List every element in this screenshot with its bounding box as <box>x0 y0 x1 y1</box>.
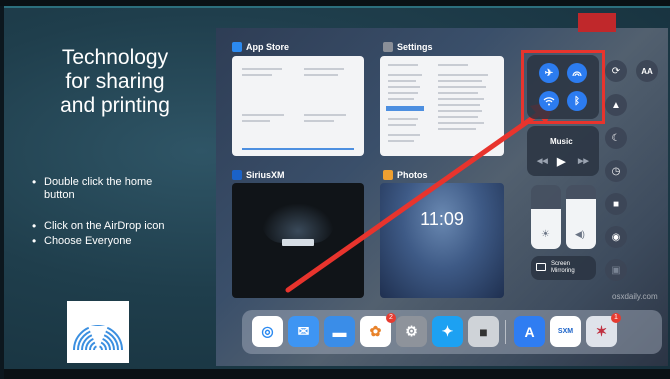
camera-icon[interactable]: ■ <box>605 193 627 215</box>
watermark: osxdaily.com <box>612 292 658 301</box>
notification-icon[interactable]: ▲ <box>605 94 627 116</box>
slide-title: Technology for sharing and printing <box>30 46 200 118</box>
record-icon[interactable]: ◉ <box>605 226 627 248</box>
music-label: Music <box>550 137 573 146</box>
camera-app-icon[interactable]: ■ <box>468 316 499 347</box>
siriusxm-icon[interactable]: SXM <box>550 316 581 347</box>
slide-title-line: for sharing <box>65 70 165 93</box>
game-badge: 1 <box>611 313 621 323</box>
next-track-icon[interactable]: ▶▶ <box>578 157 589 165</box>
screen-mirroring-button[interactable]: Screen Mirroring <box>531 256 596 280</box>
bullet-item: Click on the AirDrop icon <box>32 220 182 233</box>
slide-title-line: Technology <box>61 46 169 69</box>
volume-slider[interactable]: ◀) <box>566 185 596 249</box>
previous-track-icon[interactable]: ◀◀ <box>537 157 548 165</box>
timer-icon[interactable]: ◷ <box>605 160 627 182</box>
screen-mirroring-line: Screen <box>551 261 571 267</box>
screen-mirroring-label: Screen Mirroring <box>551 261 575 275</box>
twitter-icon[interactable]: ✦ <box>432 316 463 347</box>
music-panel <box>527 126 599 176</box>
play-icon[interactable]: ▶ <box>557 155 565 168</box>
moon-icon[interactable]: ☾ <box>605 127 627 149</box>
rotation-lock-icon[interactable]: ⟳ <box>605 60 627 82</box>
airdrop-logo-icon <box>67 301 129 363</box>
slide-accent-bar <box>0 6 670 8</box>
slide-title-line: and printing <box>60 94 170 117</box>
text-size-icon[interactable]: AA <box>636 60 658 82</box>
airdrop-highlight-box <box>521 50 605 124</box>
screen-mirroring-line: Mirroring <box>551 268 575 274</box>
volume-icon: ◀) <box>575 229 585 239</box>
appstore-icon[interactable]: A <box>514 316 545 347</box>
red-tab-marker <box>578 13 616 32</box>
safari-icon[interactable]: ◎ <box>252 316 283 347</box>
dock-divider <box>505 320 506 344</box>
brightness-icon: ☀ <box>541 229 550 240</box>
screen-mirroring-icon <box>536 263 546 271</box>
settings-icon[interactable]: ⚙ <box>396 316 427 347</box>
bullet-list: Double click the home button Click on th… <box>32 176 182 248</box>
files-icon[interactable]: ▬ <box>324 316 355 347</box>
bullet-item: Double click the home button <box>32 176 182 202</box>
photos-badge: 2 <box>386 313 396 323</box>
lock-icon[interactable]: ▣ <box>605 259 627 281</box>
mail-icon[interactable]: ✉ <box>288 316 319 347</box>
bullet-item: Choose Everyone <box>32 235 182 248</box>
brightness-slider[interactable]: ☀ <box>531 185 561 249</box>
slide-left-edge <box>0 6 4 379</box>
